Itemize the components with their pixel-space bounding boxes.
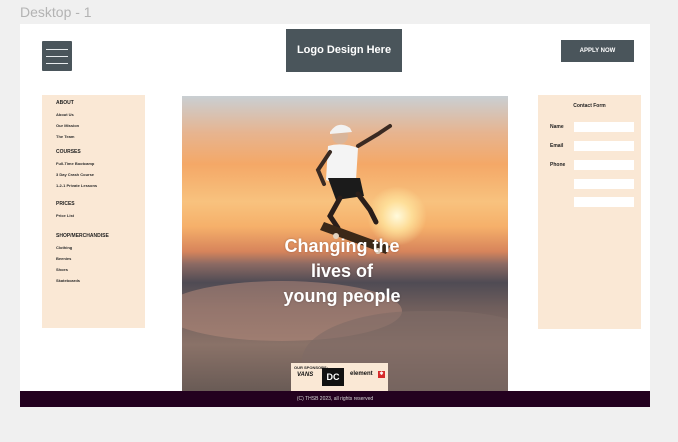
email-label: Email — [550, 143, 564, 149]
name-field[interactable] — [574, 122, 634, 132]
menu-item-shoes[interactable]: Shoes — [56, 264, 109, 275]
hero-image: Changing the lives of young people OUR S… — [182, 96, 508, 407]
desktop-frame: Logo Design Here APPLY NOW ABOUT About U… — [20, 24, 650, 407]
menu-item-skateboards[interactable]: Skateboards — [56, 275, 109, 286]
menu-item-full-time-bootcamp[interactable]: Full-Time Bootcamp — [56, 158, 97, 169]
hero-headline: Changing the lives of young people — [283, 236, 401, 306]
menu-item-the-team[interactable]: The Team — [56, 131, 79, 142]
contact-form-title: Contact Form — [573, 103, 606, 109]
logo-placeholder[interactable]: Logo Design Here — [286, 29, 402, 72]
menu-item-price-list[interactable]: Price List — [56, 210, 75, 221]
menu-item-crash-course[interactable]: 3 Day Crash Course — [56, 169, 97, 180]
sponsors-strip: OUR SPONSORS: VANS DC element ✱ — [291, 363, 388, 391]
menu-heading-prices: PRICES — [56, 201, 75, 207]
menu-heading-about: ABOUT — [56, 100, 74, 106]
extra-field-1[interactable] — [574, 179, 634, 189]
menu-heading-shop: SHOP/MERCHANDISE — [56, 233, 109, 239]
phone-field[interactable] — [574, 160, 634, 170]
menu-item-beenies[interactable]: Beenies — [56, 253, 109, 264]
hamburger-menu-icon[interactable] — [42, 41, 72, 71]
element-logo[interactable]: element — [350, 371, 373, 377]
name-label: Name — [550, 124, 564, 130]
frame-label: Desktop - 1 — [20, 4, 92, 20]
menu-item-clothing[interactable]: Clothing — [56, 242, 109, 253]
apply-now-button[interactable]: APPLY NOW — [561, 40, 634, 62]
contact-form-panel: Contact Form Name Email Phone — [538, 95, 641, 329]
footer-copyright: (C) THSB 2023, all rights reserved — [20, 391, 650, 407]
email-field[interactable] — [574, 141, 634, 151]
menu-section-prices: PRICES Price List — [56, 198, 75, 221]
menu-item-private-lessons[interactable]: 1-2-1 Private Lessons — [56, 180, 97, 191]
phone-label: Phone — [550, 162, 566, 168]
menu-section-about: ABOUT About Us Our Mission The Team — [56, 97, 79, 142]
menu-item-about-us[interactable]: About Us — [56, 109, 79, 120]
side-navigation: ABOUT About Us Our Mission The Team COUR… — [42, 95, 145, 328]
menu-heading-courses: COURSES — [56, 149, 81, 155]
vans-logo[interactable]: VANS — [297, 372, 313, 378]
element-logo-icon: ✱ — [378, 371, 385, 378]
menu-section-shop: SHOP/MERCHANDISE Clothing Beenies Shoes … — [56, 230, 109, 286]
extra-field-2[interactable] — [574, 197, 634, 207]
dc-logo[interactable]: DC — [322, 368, 344, 386]
menu-item-our-mission[interactable]: Our Mission — [56, 120, 79, 131]
menu-section-courses: COURSES Full-Time Bootcamp 3 Day Crash C… — [56, 146, 97, 191]
